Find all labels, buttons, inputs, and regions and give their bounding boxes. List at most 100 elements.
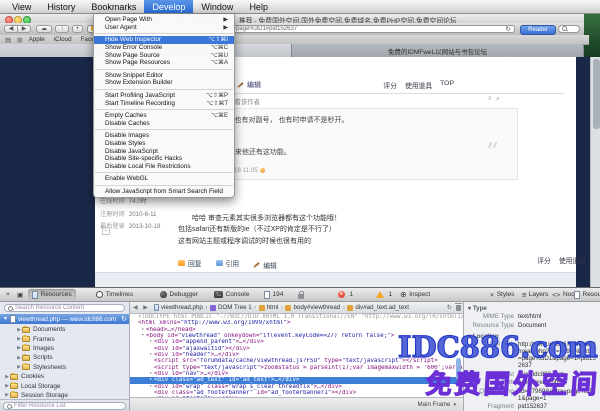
action-reply[interactable]: 回复 — [178, 258, 202, 268]
menu-item-empty-caches[interactable]: Empty Caches⌥⌘E — [94, 112, 234, 120]
post-tool-icon[interactable]: ↗ — [495, 96, 500, 103]
inspector-tab-debugger[interactable]: Debugger — [156, 289, 202, 300]
reload-resource-icon[interactable]: ↻ — [121, 315, 127, 323]
dom-source-view[interactable]: <!DOCTYPE html PUBLIC "-//W3C//DTD XHTML… — [130, 314, 464, 397]
folder-icon — [22, 345, 30, 351]
tree-item-local-storage[interactable]: ▶Local Storage — [0, 381, 130, 390]
web-inspector: × ▣ ›_ Console 194 ✕ 1 1 ⊕ Inspect Resou… — [0, 287, 600, 410]
breadcrumb-item[interactable]: html — [259, 304, 279, 311]
new-tab-button[interactable]: + — [72, 25, 83, 33]
frame-selector[interactable]: Main Frame — [417, 401, 450, 408]
menu-item-hide-web-inspector[interactable]: Hide Web Inspector⌥⇧⌘I — [94, 36, 234, 44]
meta-link-评分[interactable]: 评分 — [383, 80, 397, 90]
menu-item-show-page-resources[interactable]: Show Page Resources⌥⌘A — [94, 59, 234, 67]
breadcrumb-item[interactable]: viewthread.php — [154, 304, 203, 311]
scrollbar-thumb[interactable] — [593, 59, 600, 129]
disclosure-triangle-icon[interactable]: ▼ — [3, 316, 8, 322]
menubar-item-bookmarks[interactable]: Bookmarks — [83, 0, 144, 13]
menubar-item-help[interactable]: Help — [241, 0, 276, 13]
browser-tab-2[interactable]: 免费的IDMFweL以网站与书包论坛 — [292, 44, 584, 57]
refresh-icon[interactable]: ↻ — [447, 304, 452, 311]
share-button[interactable]: ↑ — [55, 25, 69, 33]
meta-link-top[interactable]: TOP — [440, 80, 454, 90]
resource-tree: ▶Documents▶Frames▶Images▶Scripts▶Stylesh… — [0, 325, 130, 400]
inspector-dock-icon[interactable]: ▣ — [13, 289, 27, 300]
selected-resource-row[interactable]: ▼ viewthread.php — www.idc886.com ↻ — [0, 314, 130, 324]
action-edit[interactable]: 编辑 — [253, 260, 277, 270]
menu-item-disable-local-file-restrictions[interactable]: Disable Local File Restrictions — [94, 163, 234, 171]
tree-item-stylesheets[interactable]: ▶Stylesheets — [0, 363, 130, 372]
action-link-使用道具[interactable]: 使用道具 — [559, 255, 586, 265]
inspect-button[interactable]: ⊕ Inspect — [396, 289, 434, 300]
menu-item-user-agent[interactable]: User Agent▶ — [94, 24, 234, 32]
top-sites-grid-icon[interactable]: ⊞ — [17, 36, 22, 44]
quick-resource-button[interactable]: Resource — [570, 289, 600, 300]
edit-post-link[interactable]: 编辑 — [237, 80, 261, 90]
resource-search-field[interactable]: Search Resource Content — [4, 304, 125, 312]
tree-item-documents[interactable]: ▶Documents — [0, 325, 130, 334]
tree-item-images[interactable]: ▶Images — [0, 344, 130, 353]
menu-item-show-snippet-editor[interactable]: Show Snippet Editor — [94, 72, 234, 80]
tree-item-scripts[interactable]: ▶Scripts — [0, 353, 130, 362]
menubar-item-window[interactable]: Window — [193, 0, 241, 13]
lock-icon — [298, 294, 304, 299]
menu-item-start-profiling-javascript[interactable]: Start Profiling JavaScript⌥⇧⌘P — [94, 92, 234, 100]
bookmark-item-apple[interactable]: Apple — [29, 36, 45, 43]
menu-item-start-timeline-recording[interactable]: Start Timeline Recording⌥⇧⌘T — [94, 99, 234, 107]
tree-item-cookies[interactable]: ▶Cookies — [0, 372, 130, 381]
console-button[interactable]: ›_ Console — [210, 289, 253, 300]
menu-item-show-page-source[interactable]: Show Page Source⌥⌘U — [94, 51, 234, 59]
menubar-item-view[interactable]: View — [4, 0, 39, 13]
warning-badge[interactable]: 1 — [372, 289, 396, 300]
menu-item-enable-webgl[interactable]: Enable WebGL — [94, 175, 234, 183]
icloud-tabs-button[interactable]: ☁ — [36, 25, 52, 33]
menu-item-disable-javascript[interactable]: Disable JavaScript — [94, 147, 234, 155]
menu-item-open-page-with[interactable]: Open Page With▶ — [94, 16, 234, 24]
tree-item-frames[interactable]: ▶Frames — [0, 334, 130, 343]
bookmark-item-icloud[interactable]: iCloud — [54, 36, 72, 43]
menubar-item-history[interactable]: History — [39, 0, 83, 13]
menu-item-allow-javascript-from-smart-search-field[interactable]: Allow JavaScript from Smart Search Field — [94, 188, 234, 196]
back-button[interactable]: ◀ — [4, 25, 18, 33]
scrollbar-thumb[interactable] — [456, 358, 461, 380]
meta-link-使用道具[interactable]: 使用道具 — [405, 80, 432, 90]
details-row: Resource TypeDocument — [464, 322, 600, 329]
bookmarks-book-icon[interactable]: ▤ — [5, 36, 11, 44]
menu-separator — [95, 89, 233, 90]
filter-resource-field[interactable]: Filter Resource List — [3, 402, 126, 410]
inspector-tab-resources[interactable]: Resources — [28, 289, 76, 300]
quick-styles-button[interactable]: ×Styles — [486, 289, 518, 300]
inspector-tab-timelines[interactable]: Timelines — [92, 289, 137, 300]
reader-button[interactable]: Reader — [520, 25, 556, 35]
breadcrumb-item[interactable]: DOM Tree 1 — [210, 304, 252, 311]
search-field[interactable] — [558, 25, 580, 33]
folder-icon — [10, 374, 18, 380]
user-panel-icon[interactable]: + — [102, 227, 110, 235]
details-row: Fragmentpid152637 — [464, 403, 600, 410]
action-quote[interactable]: 引用 — [216, 258, 240, 268]
menu-item-show-extension-builder[interactable]: Show Extension Builder — [94, 79, 234, 87]
post-line: 包括safari还有新版的ie（不过XP的肯定是不行了） — [178, 224, 341, 235]
menu-item-disable-site-specific-hacks[interactable]: Disable Site-specific Hacks — [94, 155, 234, 163]
history-nav-icons[interactable]: ◀ ▶ — [133, 304, 150, 311]
menu-item-show-error-console[interactable]: Show Error Console⌥⌘C — [94, 44, 234, 52]
reply-icon — [178, 260, 185, 266]
error-badge[interactable]: ✕ 1 — [334, 289, 357, 300]
trash-icon[interactable] — [456, 305, 461, 311]
menu-item-disable-images[interactable]: Disable Images — [94, 132, 234, 140]
develop-menu: Open Page With▶User Agent▶ Hide Web Inspe… — [93, 14, 235, 198]
breadcrumb-item[interactable]: body#viewthread — [285, 304, 340, 311]
reload-icon[interactable]: ↻ — [506, 25, 511, 33]
post-tool-icon[interactable]: ≡ — [488, 96, 492, 103]
action-link-评分[interactable]: 评分 — [537, 255, 551, 265]
code-scrollbar[interactable] — [456, 314, 462, 397]
menu-item-disable-caches[interactable]: Disable Caches — [94, 120, 234, 128]
page-scrollbar[interactable] — [590, 57, 600, 287]
menubar-item-develop[interactable]: Develop — [144, 0, 193, 13]
edit-icon — [253, 262, 260, 268]
breadcrumb-item[interactable]: div#ad_text.ad_text — [347, 304, 409, 311]
forward-button[interactable]: ▶ — [17, 25, 31, 33]
menu-item-disable-styles[interactable]: Disable Styles — [94, 140, 234, 148]
resource-count-badge[interactable]: 194 — [260, 289, 287, 300]
inspector-toolbar: × ▣ ›_ Console 194 ✕ 1 1 ⊕ Inspect Resou… — [0, 288, 600, 302]
